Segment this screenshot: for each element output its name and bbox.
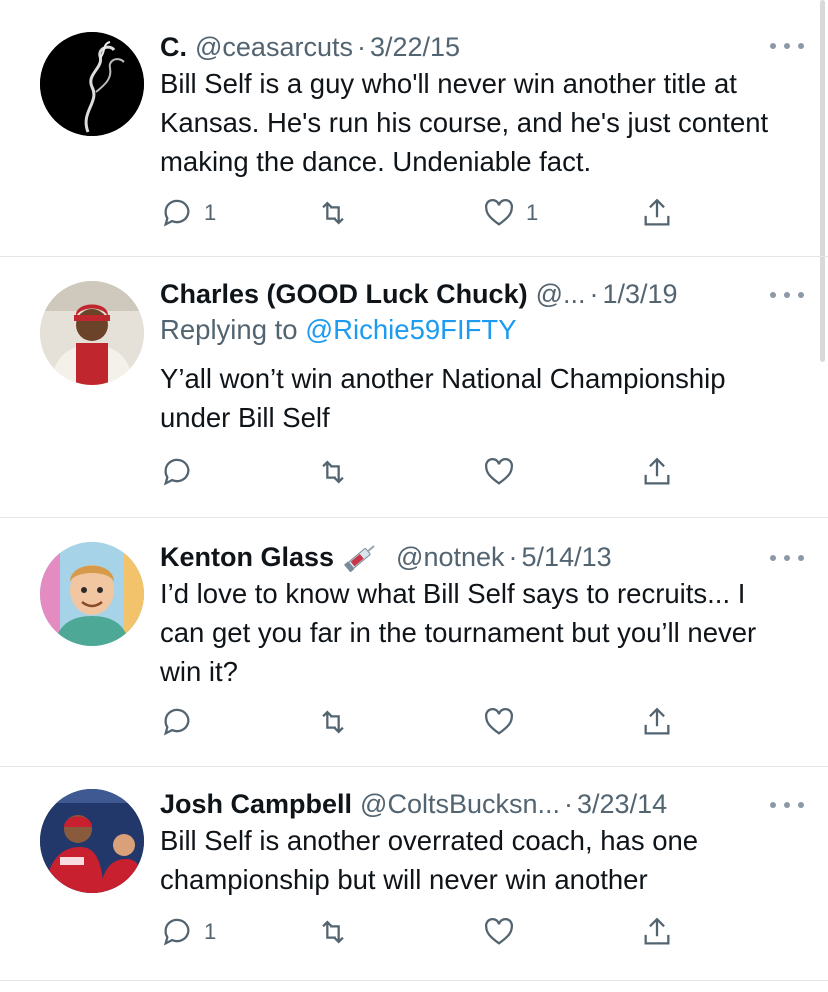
avatar[interactable]: [40, 789, 144, 893]
like-icon: [484, 457, 514, 485]
person-red-hat-avatar-image: [40, 281, 144, 385]
reply-icon: [163, 918, 190, 946]
reply-icon: [163, 708, 190, 736]
like-icon: [484, 198, 514, 226]
retweet-icon: [322, 460, 344, 484]
reply-button[interactable]: 1: [160, 914, 216, 950]
tweet[interactable]: C. @ceasarcuts · 3/22/15 Bill Self is a …: [0, 0, 828, 257]
tweet-text: I’d love to know what Bill Self says to …: [160, 578, 757, 687]
reply-button[interactable]: 1: [160, 195, 216, 231]
like-icon: [484, 707, 514, 735]
display-name[interactable]: C.: [160, 30, 187, 64]
user-handle[interactable]: @...: [536, 277, 586, 311]
separator-dot: ·: [564, 789, 574, 819]
like-button[interactable]: [482, 454, 516, 490]
retweet-icon: [322, 710, 344, 734]
like-count: 1: [526, 200, 539, 225]
share-button[interactable]: [640, 914, 674, 950]
reply-button[interactable]: [160, 454, 194, 490]
reds-players-avatar-image: [40, 789, 144, 893]
like-icon: [484, 917, 514, 945]
retweet-icon: [322, 920, 344, 944]
replying-to-label: Replying to: [160, 314, 306, 345]
like-button[interactable]: [482, 704, 516, 740]
display-name[interactable]: Kenton Glass: [160, 540, 334, 574]
share-button[interactable]: [640, 454, 674, 490]
share-button[interactable]: [640, 704, 674, 740]
retweet-button[interactable]: [316, 195, 350, 231]
tweet-actions: 1: [160, 914, 680, 950]
tweet-date[interactable]: 3/23/14: [577, 787, 667, 821]
smoke-avatar-image: [40, 32, 144, 136]
share-icon: [644, 917, 670, 945]
retweet-icon: [322, 201, 344, 225]
share-button[interactable]: [640, 195, 674, 231]
tweet-date[interactable]: 1/3/19: [603, 277, 678, 311]
tweet-header: Charles (GOOD Luck Chuck) @... · 1/3/19: [160, 277, 808, 311]
user-handle[interactable]: @ColtsBucksn...: [360, 787, 560, 821]
separator-dot: ·: [356, 32, 366, 62]
user-handle[interactable]: @ceasarcuts: [195, 30, 353, 64]
avatar[interactable]: [40, 542, 144, 646]
retweet-button[interactable]: [316, 454, 350, 490]
display-name[interactable]: Charles (GOOD Luck Chuck): [160, 277, 528, 311]
share-icon: [644, 707, 670, 735]
tweet-actions: [160, 454, 680, 490]
tweet-actions: [160, 704, 680, 740]
replying-to: Replying to @Richie59FIFTY: [160, 311, 808, 349]
tweet[interactable]: Charles (GOOD Luck Chuck) @... · 1/3/19 …: [0, 257, 828, 518]
user-handle[interactable]: @notnek: [396, 540, 504, 574]
reply-button[interactable]: [160, 704, 194, 740]
syringe-emoji: [342, 542, 380, 573]
more-icon[interactable]: [770, 548, 804, 568]
retweet-button[interactable]: [316, 704, 350, 740]
avatar[interactable]: [40, 32, 144, 136]
more-icon[interactable]: [770, 285, 804, 305]
tweet-actions: 1 1: [160, 195, 680, 231]
tweet-text: Bill Self is another overrated coach, ha…: [160, 825, 699, 895]
reply-icon: [163, 458, 190, 486]
cartoon-avatar-image: [40, 542, 144, 646]
tweet-header: Josh Campbell @ColtsBucksn... · 3/23/14: [160, 787, 808, 821]
tweet[interactable]: Josh Campbell @ColtsBucksn... · 3/23/14 …: [0, 767, 828, 981]
tweet-header: C. @ceasarcuts · 3/22/15: [160, 30, 808, 64]
tweet-date[interactable]: 5/14/13: [522, 540, 612, 574]
like-button[interactable]: [482, 914, 516, 950]
replying-to-link[interactable]: @Richie59FIFTY: [305, 314, 516, 345]
tweet-text: Y’all won’t win another National Champio…: [160, 363, 726, 433]
retweet-button[interactable]: [316, 914, 350, 950]
share-icon: [644, 198, 670, 226]
reply-count: 1: [204, 200, 217, 225]
tweet-header: Kenton Glass @notnek · 5/14/13: [160, 540, 808, 574]
avatar[interactable]: [40, 281, 144, 385]
reply-icon: [163, 199, 190, 227]
share-icon: [644, 457, 670, 485]
more-icon[interactable]: [770, 36, 804, 56]
tweet-text: Bill Self is a guy who'll never win anot…: [160, 68, 769, 177]
tweet[interactable]: Kenton Glass @notnek · 5/14/13 I’d love …: [0, 518, 828, 767]
display-name[interactable]: Josh Campbell: [160, 787, 352, 821]
like-button[interactable]: 1: [482, 195, 538, 231]
separator-dot: ·: [589, 279, 599, 309]
more-icon[interactable]: [770, 795, 804, 815]
separator-dot: ·: [508, 542, 518, 572]
tweet-date[interactable]: 3/22/15: [370, 30, 460, 64]
reply-count: 1: [204, 919, 217, 944]
